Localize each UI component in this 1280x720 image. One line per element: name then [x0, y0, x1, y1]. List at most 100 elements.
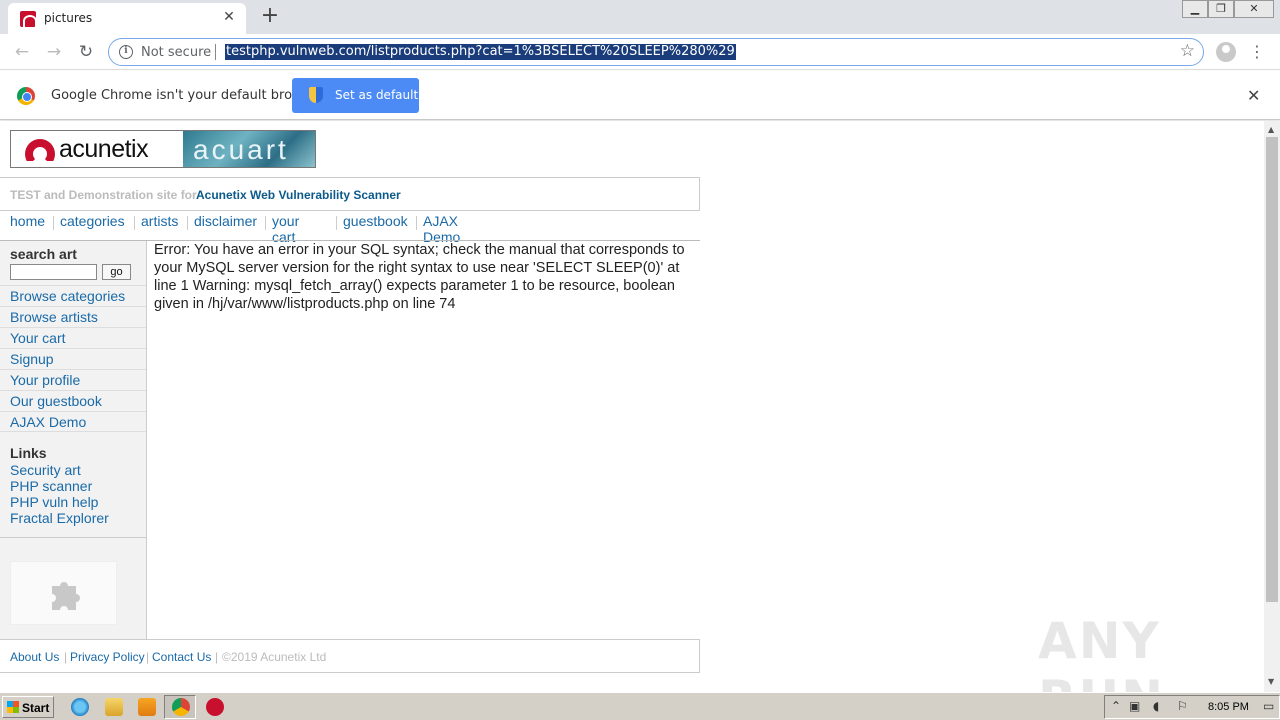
- search-art-label: search art: [10, 246, 77, 262]
- chrome-menu-icon[interactable]: ⋮: [1248, 41, 1266, 63]
- site-logo[interactable]: acunetix acuart: [10, 130, 316, 168]
- start-label: Start: [22, 701, 50, 715]
- sql-error-message: Error: You have an error in your SQL syn…: [154, 242, 685, 312]
- scroll-up-icon[interactable]: ▲: [1268, 125, 1274, 134]
- link-fractal-explorer[interactable]: Fractal Explorer: [10, 510, 109, 526]
- site-tagline: TEST and Demonstration site for Acunetix…: [0, 177, 700, 211]
- sidebar-item-browse-categories[interactable]: Browse categories: [0, 285, 146, 306]
- tray-expand-icon[interactable]: ⌃: [1111, 699, 1121, 713]
- sidebar-item-label: AJAX Demo: [10, 414, 87, 430]
- logo-art-panel: acuart: [183, 131, 315, 167]
- restore-button[interactable]: ❐: [1208, 0, 1234, 18]
- new-tab-button[interactable]: +: [258, 5, 282, 29]
- taskbar-chrome-active[interactable]: [164, 695, 196, 719]
- bookmark-star-icon[interactable]: ☆: [1180, 41, 1195, 61]
- site-footer: About Us | Privacy Policy | Contact Us |…: [0, 639, 700, 673]
- footer-copyright: ©2019 Acunetix Ltd: [222, 650, 327, 664]
- scroll-down-icon[interactable]: ▼: [1268, 677, 1274, 686]
- browser-toolbar: ← → ↻ i Not secure testphp.vulnweb.com/l…: [0, 34, 1280, 70]
- nav-divider: [336, 216, 337, 230]
- nav-divider: [265, 216, 266, 230]
- footer-contact-us[interactable]: Contact Us: [152, 650, 211, 664]
- taskbar-clock[interactable]: 8:05 PM: [1208, 701, 1249, 713]
- address-bar[interactable]: i Not secure testphp.vulnweb.com/listpro…: [108, 38, 1204, 66]
- nav-categories[interactable]: categories: [60, 213, 125, 229]
- nav-divider: [416, 216, 417, 230]
- tab-close-icon[interactable]: ✕: [220, 8, 238, 26]
- start-button[interactable]: Start: [2, 696, 54, 718]
- go-button[interactable]: go: [102, 264, 131, 280]
- link-php-vuln-help[interactable]: PHP vuln help: [10, 494, 98, 510]
- footer-divider: |: [64, 650, 68, 664]
- internet-explorer-icon[interactable]: [71, 698, 89, 716]
- sidebar-item-our-guestbook[interactable]: Our guestbook: [0, 390, 146, 411]
- security-label: Not secure: [141, 45, 212, 60]
- url-text[interactable]: testphp.vulnweb.com/listproducts.php?cat…: [225, 44, 736, 60]
- media-player-icon[interactable]: [138, 698, 156, 716]
- close-window-button[interactable]: ✕: [1234, 0, 1274, 18]
- link-security-art[interactable]: Security art: [10, 462, 81, 478]
- footer-about-us[interactable]: About Us: [10, 650, 59, 664]
- set-as-default-label: Set as default: [335, 88, 419, 102]
- network-icon[interactable]: ▣: [1129, 699, 1140, 713]
- sidebar-item-label: Browse artists: [10, 309, 98, 325]
- sidebar-item-your-cart[interactable]: Your cart: [0, 327, 146, 348]
- sidebar-divider: [0, 537, 146, 538]
- info-icon[interactable]: i: [119, 45, 133, 59]
- logo-brand-panel: acunetix: [11, 131, 183, 167]
- profile-avatar-icon[interactable]: [1216, 42, 1236, 62]
- minimize-button[interactable]: ▁: [1182, 0, 1208, 18]
- sidebar-item-label: Signup: [10, 351, 54, 367]
- file-explorer-icon[interactable]: [105, 698, 123, 716]
- left-sidebar: search art go Browse categories Browse a…: [0, 241, 147, 639]
- sidebar-item-your-profile[interactable]: Your profile: [0, 369, 146, 390]
- sidebar-item-label: Your profile: [10, 372, 81, 388]
- uac-shield-icon: [309, 87, 323, 103]
- web-page: acunetix acuart TEST and Demonstration s…: [0, 121, 1264, 692]
- tab-title: pictures: [44, 11, 93, 25]
- chrome-logo-icon: [17, 87, 35, 105]
- search-art-input[interactable]: [10, 264, 97, 280]
- sidebar-item-browse-artists[interactable]: Browse artists: [0, 306, 146, 327]
- infobar-close-icon[interactable]: ✕: [1247, 86, 1260, 105]
- action-center-flag-icon[interactable]: ⚐: [1177, 699, 1188, 713]
- links-heading: Links: [10, 445, 47, 461]
- link-php-scanner[interactable]: PHP scanner: [10, 478, 92, 494]
- nav-divider: [134, 216, 135, 230]
- sidebar-item-ajax-demo[interactable]: AJAX Demo: [0, 411, 146, 432]
- footer-divider: |: [215, 650, 219, 664]
- default-browser-infobar: Google Chrome isn't your default browser…: [0, 71, 1280, 120]
- volume-icon[interactable]: ◖: [1153, 699, 1159, 713]
- nav-artists[interactable]: artists: [141, 213, 178, 229]
- scroll-thumb[interactable]: [1266, 137, 1278, 602]
- nav-disclaimer[interactable]: disclaimer: [194, 213, 257, 229]
- anyrun-watermark: ANY RUN: [1038, 612, 1163, 692]
- show-desktop-icon[interactable]: ▭: [1263, 699, 1274, 713]
- missing-plugin-placeholder: [10, 561, 117, 625]
- tagline-product-name[interactable]: Acunetix Web Vulnerability Scanner: [196, 188, 401, 202]
- infobar-message: Google Chrome isn't your default browser: [51, 88, 323, 103]
- footer-privacy-policy[interactable]: Privacy Policy: [70, 650, 145, 664]
- acunetix-logo-icon: [25, 139, 55, 161]
- acunetix-favicon-icon: [20, 11, 37, 27]
- reload-button[interactable]: ↻: [75, 41, 97, 63]
- windows-taskbar: Start ⌃ ▣ ◖ ⚐ ▭ 8:05 PM: [0, 692, 1280, 720]
- sidebar-item-signup[interactable]: Signup: [0, 348, 146, 369]
- logo-brand-text: acunetix: [59, 135, 149, 163]
- tab-pictures[interactable]: pictures ✕: [8, 3, 246, 34]
- vertical-scrollbar[interactable]: ▲ ▼: [1264, 121, 1280, 692]
- nav-divider: [187, 216, 188, 230]
- sidebar-item-label: Our guestbook: [10, 393, 102, 409]
- back-button[interactable]: ←: [11, 41, 33, 63]
- forward-button[interactable]: →: [43, 41, 65, 63]
- red-app-icon[interactable]: [206, 698, 224, 716]
- logo-art-text: acuart: [193, 134, 289, 165]
- omnibox-divider: [215, 44, 216, 60]
- windows-logo-icon: [7, 701, 19, 713]
- puzzle-piece-icon: [52, 582, 80, 610]
- chrome-taskbar-icon: [172, 698, 190, 716]
- set-as-default-button[interactable]: Set as default: [292, 78, 419, 113]
- nav-guestbook[interactable]: guestbook: [343, 213, 408, 229]
- nav-home[interactable]: home: [10, 213, 45, 229]
- sidebar-item-label: Your cart: [10, 330, 66, 346]
